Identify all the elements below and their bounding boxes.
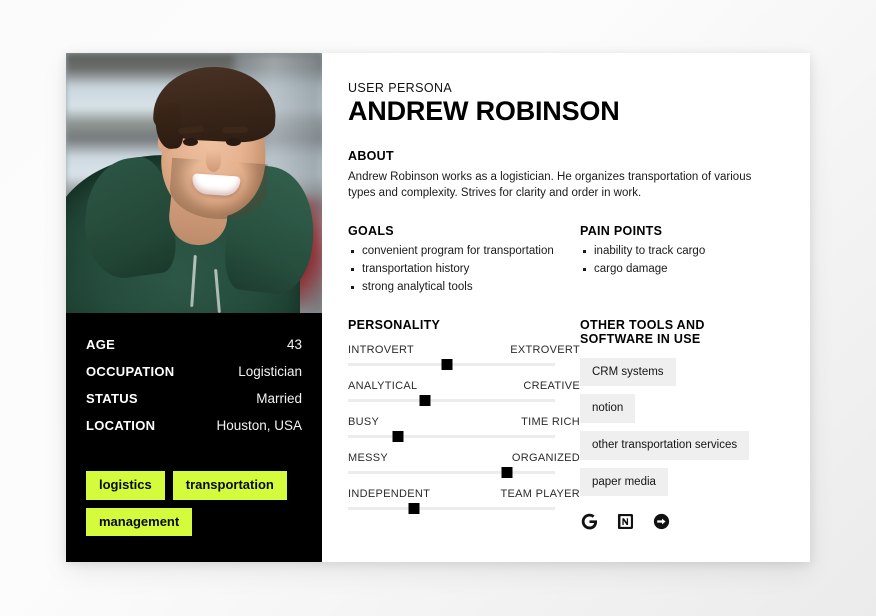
table-row: AGE 43	[86, 331, 302, 358]
tool-chip-crm-systems[interactable]: CRM systems	[580, 357, 676, 387]
slider-thumb[interactable]	[501, 466, 513, 478]
tag-logistics[interactable]: logistics	[86, 471, 165, 500]
pain-points-heading: PAIN POINTS	[580, 224, 663, 239]
personality-sliders: INTROVERT EXTROVERT ANALYTICAL CREATIVE	[348, 343, 580, 514]
slider-label-right: TEAM PLAYER	[500, 487, 580, 500]
goals-pains-row: GOALS convenient program for transportat…	[348, 224, 772, 298]
slider-thumb[interactable]	[441, 358, 453, 370]
tools-chip-list: CRM systems notion other transportation …	[580, 357, 772, 505]
slider-label-left: MESSY	[348, 451, 389, 464]
profile-panel: AGE 43 OCCUPATION Logistician STATUS Mar…	[66, 53, 322, 562]
tag-management[interactable]: management	[86, 507, 193, 536]
tool-chip-other-transportation-services[interactable]: other transportation services	[580, 431, 750, 460]
goals-heading: GOALS	[348, 224, 394, 239]
uber-icon[interactable]	[652, 512, 671, 531]
slider-label-left: BUSY	[348, 415, 380, 428]
user-persona-card: AGE 43 OCCUPATION Logistician STATUS Mar…	[66, 53, 810, 562]
list-item: convenient program for transportation	[348, 244, 580, 259]
tools-heading: OTHER TOOLS AND SOFTWARE IN USE	[580, 317, 705, 346]
google-icon[interactable]	[580, 512, 599, 531]
slider-track[interactable]	[348, 394, 555, 406]
persona-card-stage: AGE 43 OCCUPATION Logistician STATUS Mar…	[0, 0, 876, 616]
info-value-age: 43	[286, 337, 302, 352]
personality-tools-row: PERSONALITY INTROVERT EXTROVERT ANALYTIC…	[348, 318, 772, 532]
pain-points-list: inability to track cargo cargo damage	[580, 244, 772, 277]
info-label-location: LOCATION	[86, 418, 156, 433]
profile-tags: logistics transportation management	[66, 471, 322, 562]
about-heading: ABOUT	[348, 148, 394, 163]
about-text: Andrew Robinson works as a logistician. …	[348, 170, 752, 200]
info-value-location: Houston, USA	[216, 418, 302, 433]
slider-label-right: CREATIVE	[523, 379, 580, 392]
slider-track[interactable]	[348, 502, 555, 514]
table-row: OCCUPATION Logistician	[86, 358, 302, 385]
tool-chip-notion[interactable]: notion	[580, 394, 636, 424]
list-item: strong analytical tools	[348, 280, 580, 295]
page-title: ANDREW ROBINSON	[348, 96, 620, 126]
info-value-status: Married	[256, 391, 302, 406]
persona-content: USER PERSONA ANDREW ROBINSON ABOUT Andre…	[322, 53, 810, 562]
slider-label-right: EXTROVERT	[510, 343, 580, 356]
slider-track[interactable]	[348, 430, 555, 442]
slider-thumb[interactable]	[392, 430, 404, 442]
info-label-occupation: OCCUPATION	[86, 364, 175, 379]
slider-label-left: INDEPENDENT	[348, 487, 431, 500]
table-row: LOCATION Houston, USA	[86, 412, 302, 439]
slider-messy-organized[interactable]: MESSY ORGANIZED	[348, 451, 580, 478]
slider-label-right: ORGANIZED	[511, 451, 580, 464]
pain-points-section: PAIN POINTS inability to track cargo car…	[580, 224, 772, 298]
slider-label-left: ANALYTICAL	[348, 379, 418, 392]
personality-heading: PERSONALITY	[348, 317, 441, 332]
list-item: transportation history	[348, 262, 580, 277]
slider-thumb[interactable]	[408, 502, 420, 514]
tools-brand-icons	[580, 512, 772, 531]
list-item: inability to track cargo	[580, 244, 772, 259]
slider-track[interactable]	[348, 466, 555, 478]
slider-track[interactable]	[348, 358, 555, 370]
slider-thumb[interactable]	[419, 394, 431, 406]
list-item: cargo damage	[580, 262, 772, 277]
slider-independent-team-player[interactable]: INDEPENDENT TEAM PLAYER	[348, 487, 580, 514]
table-row: STATUS Married	[86, 385, 302, 412]
slider-label-right: TIME RICH	[521, 415, 580, 428]
goals-list: convenient program for transportation tr…	[348, 244, 580, 295]
info-label-status: STATUS	[86, 391, 138, 406]
slider-label-left: INTROVERT	[348, 343, 415, 356]
tool-chip-paper-media[interactable]: paper media	[580, 467, 668, 497]
slider-introvert-extrovert[interactable]: INTROVERT EXTROVERT	[348, 343, 580, 370]
profile-info-table: AGE 43 OCCUPATION Logistician STATUS Mar…	[66, 313, 322, 439]
photo-overlay	[66, 53, 322, 313]
tools-section: OTHER TOOLS AND SOFTWARE IN USE CRM syst…	[580, 318, 772, 532]
slider-analytical-creative[interactable]: ANALYTICAL CREATIVE	[348, 379, 580, 406]
info-label-age: AGE	[86, 337, 116, 352]
tag-transportation[interactable]: transportation	[172, 471, 287, 500]
slider-busy-time-rich[interactable]: BUSY TIME RICH	[348, 415, 580, 442]
personality-section: PERSONALITY INTROVERT EXTROVERT ANALYTIC…	[348, 318, 580, 532]
goals-section: GOALS convenient program for transportat…	[348, 224, 580, 298]
persona-eyebrow: USER PERSONA	[348, 81, 453, 95]
persona-photo	[66, 53, 322, 313]
info-value-occupation: Logistician	[238, 364, 302, 379]
notion-icon[interactable]	[616, 512, 635, 531]
